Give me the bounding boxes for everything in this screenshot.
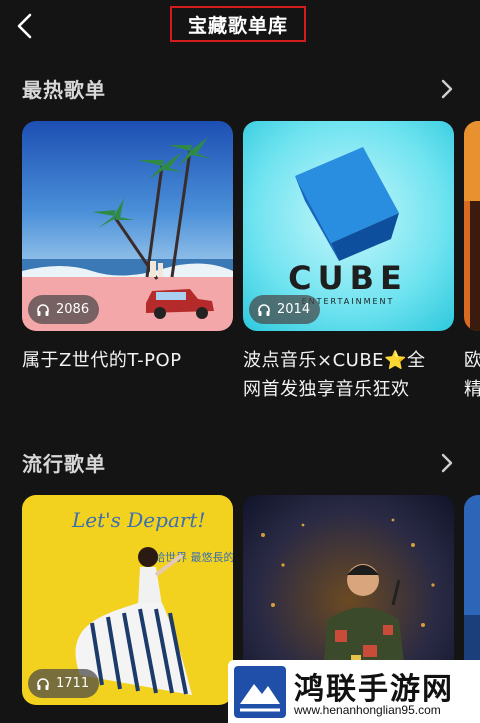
section-title-hot: 最热歌单 [22,78,106,102]
headphones-icon [37,303,49,316]
play-count-badge: 2086 [28,295,100,324]
caption-line: 网首发独享音乐狂欢 [243,379,410,400]
page-title: 宝藏歌单库 [170,6,306,42]
cover-title-text: Let's Depart! [71,508,206,532]
cover-subtitle-text: 給世界 最悠長的吻 [154,550,233,564]
watermark-banner: 鸿联手游网 www.henanhonglian95.com [228,660,480,723]
watermark-url: www.henanhonglian95.com [294,703,441,717]
header-bar: 宝藏歌单库 [0,0,480,52]
playlist-card-lets-depart[interactable]: Let's Depart! 給世界 最悠長的吻 1711 [22,495,233,705]
headphones-icon [37,677,49,690]
cover-image-partial [464,121,480,331]
playlist-caption[interactable]: 欧 精 [464,346,480,404]
playlist-card-tpop[interactable]: 2086 [22,121,233,331]
section-header-popular: 流行歌单 [0,444,480,480]
play-count: 2086 [56,302,90,317]
playlist-card-cube[interactable]: CUBE ENTERTAINMENT 2014 [243,121,454,331]
section-header-hot: 最热歌单 [0,70,480,106]
cube-logo-text: CUBE [288,259,408,297]
playlist-card-partial[interactable] [464,121,480,331]
watermark-name: 鸿联手游网 [294,672,454,707]
play-count-badge: 1711 [28,669,100,698]
playlist-caption[interactable]: 属于Z世代的T-POP [22,346,237,375]
caption-line: 波点音乐×CUBE⭐全 [243,350,426,371]
play-count-badge: 2014 [249,295,321,324]
caption-line: 欧 [464,350,480,371]
play-count: 2014 [277,302,311,317]
watermark-logo-icon [234,666,286,718]
play-count: 1711 [56,676,90,691]
section-title-popular: 流行歌单 [22,452,106,476]
chevron-right-icon[interactable] [440,78,454,100]
caption-line: 精 [464,379,480,400]
caption-line: 属于Z世代的T-POP [22,350,182,371]
playlist-caption[interactable]: 波点音乐×CUBE⭐全 网首发独享音乐狂欢 [243,346,458,404]
back-chevron-icon[interactable] [12,10,40,42]
chevron-right-icon[interactable] [440,452,454,474]
headphones-icon [258,303,270,316]
